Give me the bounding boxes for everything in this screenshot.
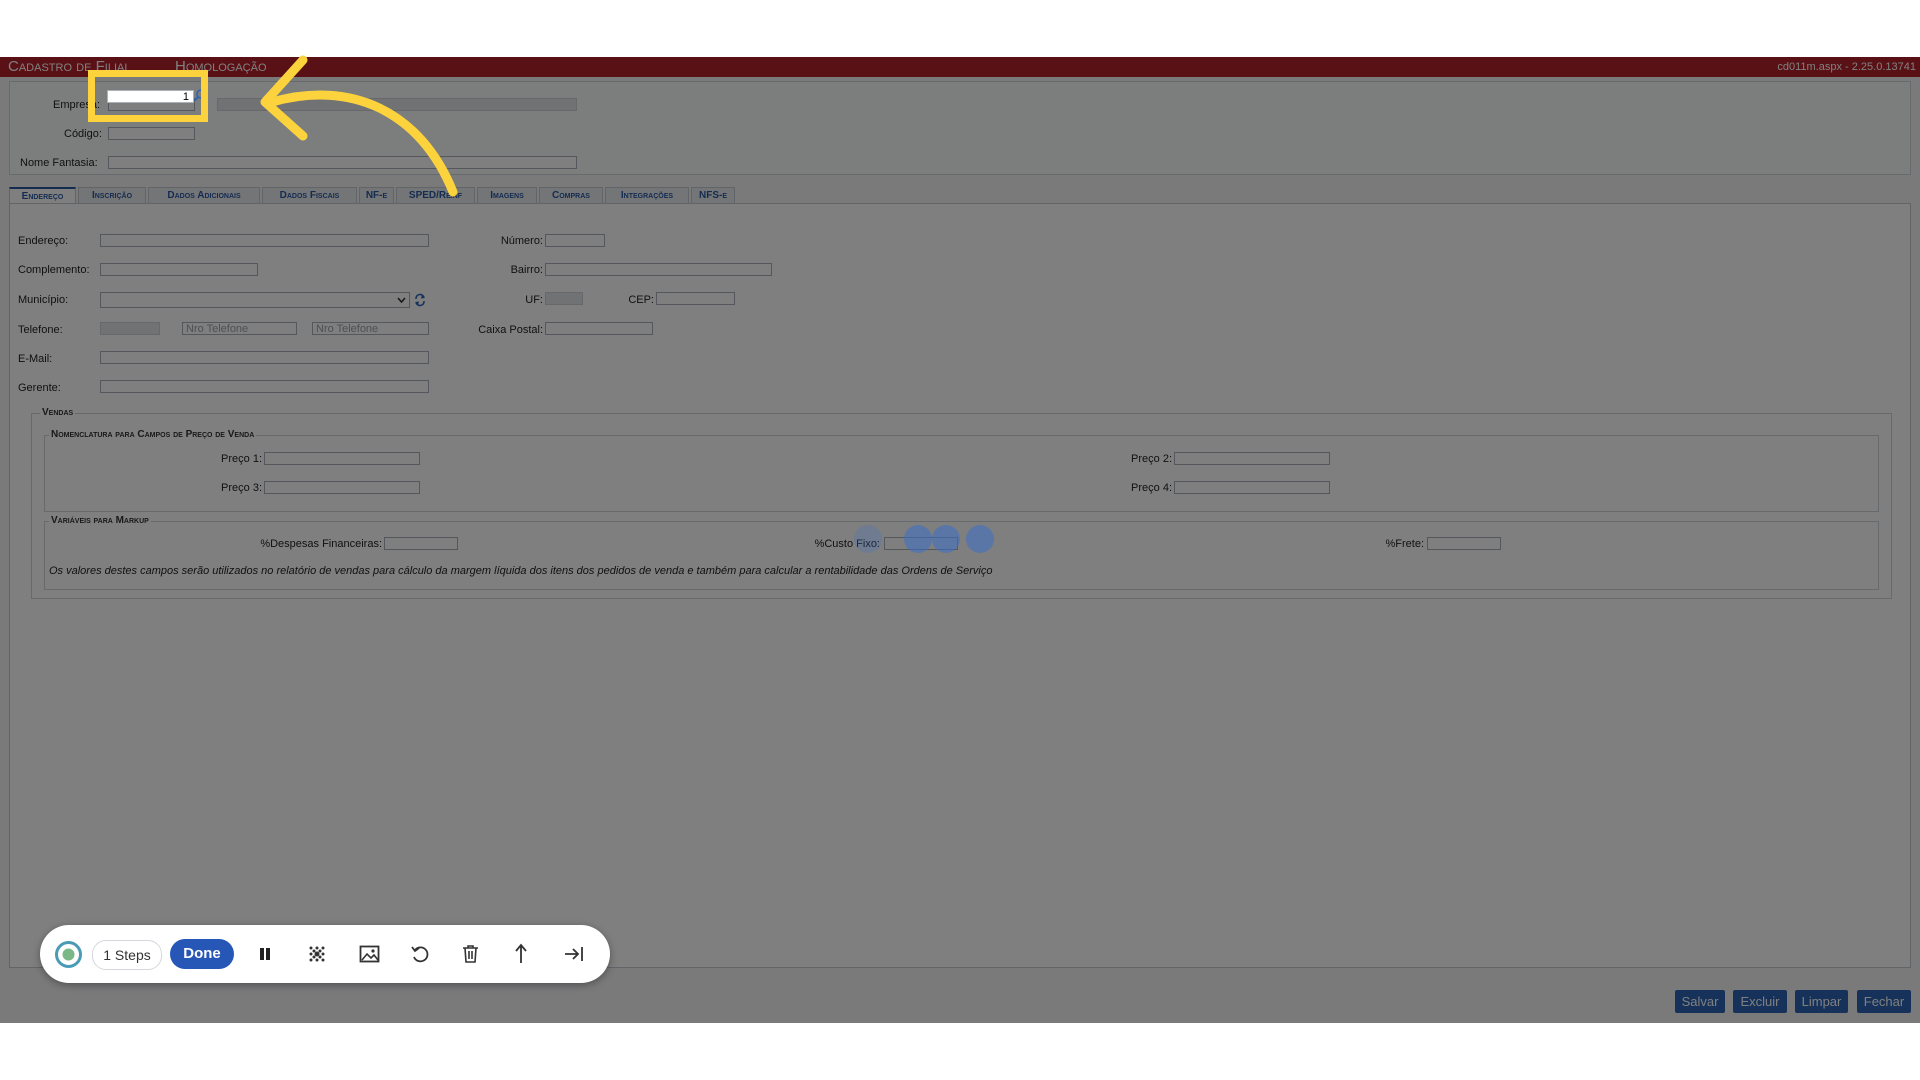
recorder-logo-icon [55, 941, 82, 968]
pause-icon[interactable] [256, 945, 274, 963]
skip-icon[interactable] [563, 944, 585, 964]
share-icon[interactable] [513, 943, 529, 965]
undo-icon[interactable] [410, 944, 430, 964]
steps-counter[interactable]: 1 Steps [92, 940, 162, 970]
image-icon[interactable] [359, 944, 380, 964]
done-button[interactable]: Done [170, 939, 234, 969]
trash-icon[interactable] [461, 944, 480, 964]
blur-icon[interactable] [307, 944, 327, 964]
recorder-toolbar: 1 Steps Done [40, 925, 610, 983]
arrow-annotation [260, 55, 458, 197]
